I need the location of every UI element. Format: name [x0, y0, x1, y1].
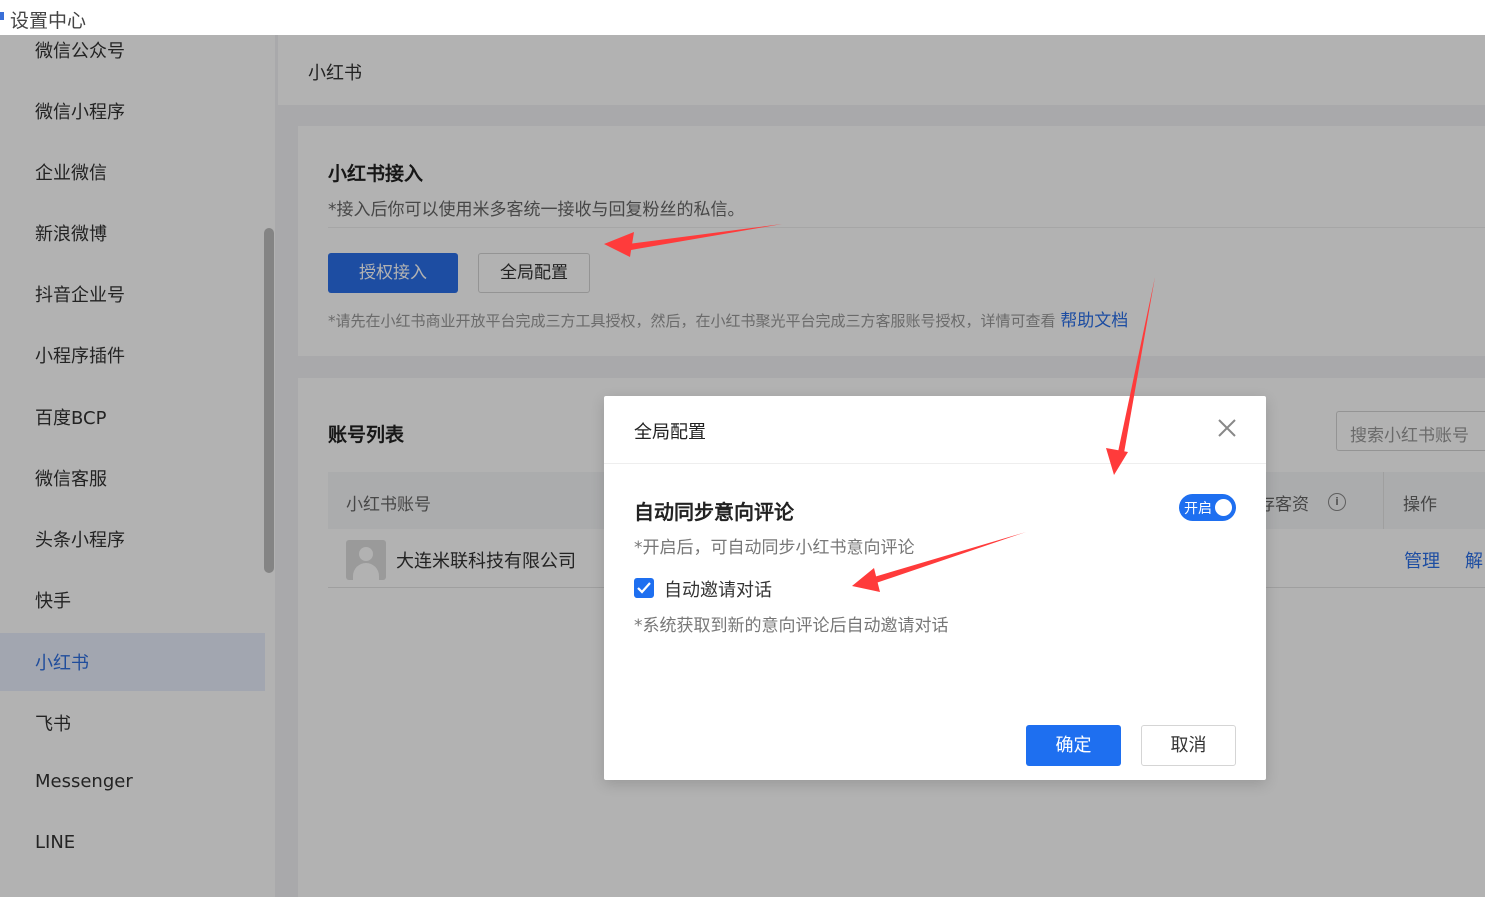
check-icon [637, 582, 651, 594]
global-config-modal: 全局配置 自动同步意向评论 开启 *开启后，可自动同步小红书意向评论 自动邀请对… [604, 396, 1266, 780]
setting-hint: *开启后，可自动同步小红书意向评论 [634, 538, 915, 558]
auto-invite-hint: *系统获取到新的意向评论后自动邀请对话 [634, 616, 949, 636]
toggle-knob [1215, 499, 1232, 516]
modal-header: 全局配置 [604, 396, 1266, 464]
auto-invite-checkbox[interactable] [634, 578, 654, 598]
confirm-button[interactable]: 确定 [1026, 725, 1121, 766]
auto-invite-label[interactable]: 自动邀请对话 [664, 576, 772, 602]
close-icon[interactable] [1215, 416, 1239, 440]
modal-title: 全局配置 [634, 422, 706, 443]
toggle-label: 开启 [1184, 501, 1212, 517]
setting-title: 自动同步意向评论 [634, 500, 794, 524]
sync-comments-toggle[interactable]: 开启 [1179, 494, 1236, 521]
app-icon [0, 12, 4, 20]
cancel-button[interactable]: 取消 [1141, 725, 1236, 766]
